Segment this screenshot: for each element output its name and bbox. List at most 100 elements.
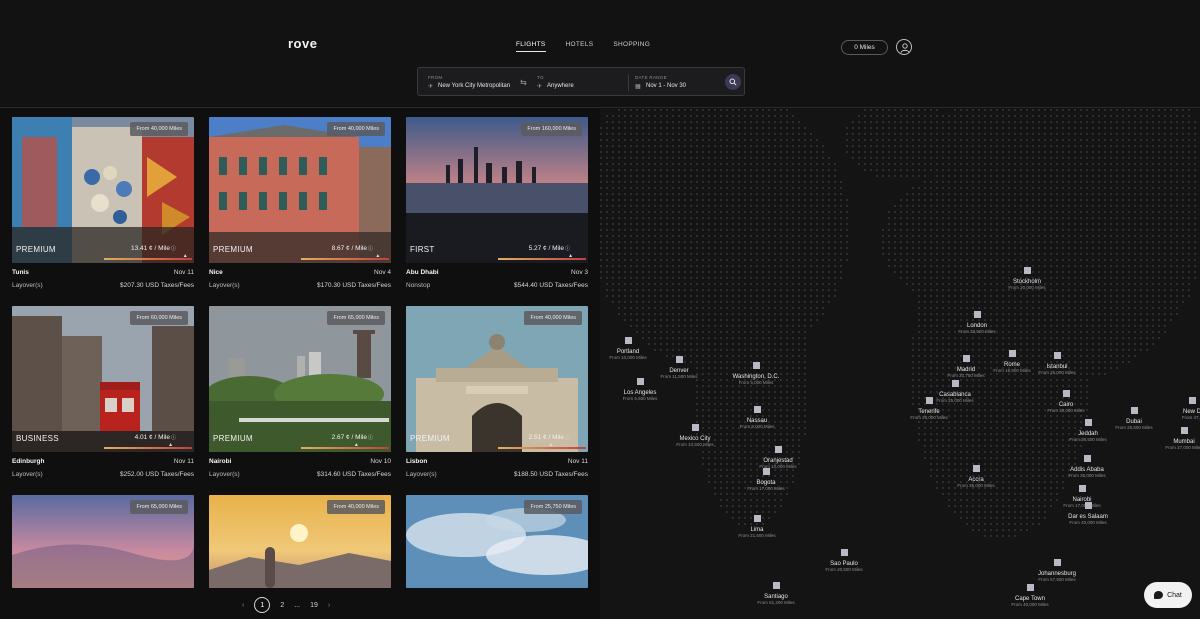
map-city-label[interactable]: Stockholm From 20,000 Miles — [1008, 279, 1045, 290]
map-city-marker[interactable] — [1189, 397, 1196, 404]
user-account-button[interactable] — [896, 39, 912, 55]
map-city-marker[interactable] — [1024, 267, 1031, 274]
info-icon[interactable]: ⓘ — [171, 434, 176, 441]
destination-card-lisbon[interactable]: From 40,000 Miles PREMIUM 2.51 ¢ / Mile … — [406, 306, 588, 484]
map-city-marker[interactable] — [1054, 559, 1061, 566]
destination-card[interactable]: From 25,750 Miles — [406, 495, 588, 588]
destination-photo[interactable]: From 160,000 Miles FIRST 5.27 ¢ / Mile ⓘ… — [406, 117, 588, 263]
destination-photo[interactable]: From 60,000 Miles BUSINESS 4.01 ¢ / Mile… — [12, 306, 194, 452]
map-city-label[interactable]: Bogota From 17,000 Miles — [747, 480, 784, 491]
map-city-marker[interactable] — [753, 362, 760, 369]
map-city-label[interactable]: Denver From 11,500 Miles — [661, 368, 698, 379]
map-city-marker[interactable] — [1063, 390, 1070, 397]
map-city-marker[interactable] — [841, 549, 848, 556]
map-city-label[interactable]: Portland From 10,000 Miles — [609, 349, 646, 360]
info-icon[interactable]: ⓘ — [565, 245, 570, 252]
info-icon[interactable]: ⓘ — [171, 245, 176, 252]
info-icon[interactable]: ⓘ — [368, 245, 373, 252]
map-city-label[interactable]: Addis Ababa From 36,000 Miles — [1068, 467, 1105, 478]
map-city-marker[interactable] — [952, 380, 959, 387]
destination-card-tunis[interactable]: From 40,000 Miles PREMIUM 13.41 ¢ / Mile… — [12, 117, 194, 295]
rove-logo[interactable]: rove — [288, 36, 317, 51]
miles-balance-button[interactable]: 0 Miles — [841, 40, 888, 55]
destination-photo[interactable]: From 40,000 Miles PREMIUM 13.41 ¢ / Mile… — [12, 117, 194, 263]
map-city-marker[interactable] — [1054, 352, 1061, 359]
map-city-marker[interactable] — [1181, 427, 1188, 434]
map-city-label[interactable]: Nassau From 9,000 Miles — [740, 418, 775, 429]
map-city-marker[interactable] — [637, 378, 644, 385]
next-page-button[interactable]: › — [328, 602, 330, 609]
nav-shopping[interactable]: SHOPPING — [613, 41, 650, 52]
map-city-label[interactable]: Cairo From 30,000 Miles — [1047, 402, 1084, 413]
map-city-marker[interactable] — [763, 468, 770, 475]
destination-photo[interactable]: From 40,000 Miles PREMIUM 8.67 ¢ / Mile … — [209, 117, 391, 263]
map-city-label[interactable]: Los Angeles From 5,500 Miles — [623, 390, 658, 401]
last-page-button[interactable]: 19 — [310, 602, 318, 609]
destination-card[interactable]: From 65,000 Miles — [12, 495, 194, 588]
map-city-label[interactable]: Tenerife From 26,000 Miles — [910, 409, 947, 420]
map-city-marker[interactable] — [676, 356, 683, 363]
map-city-label[interactable]: Madrid From 20,750 Miles — [947, 367, 984, 378]
destination-card-nairobi[interactable]: From 65,000 Miles PREMIUM 2.67 ¢ / Mile … — [209, 306, 391, 484]
info-icon[interactable]: ⓘ — [368, 434, 373, 441]
map-city-label[interactable]: Mumbai From 27,000 Miles — [1165, 439, 1200, 450]
map-city-marker[interactable] — [775, 446, 782, 453]
destination-card[interactable]: From 40,000 Miles — [209, 495, 391, 588]
map-city-label[interactable]: Cape Town From 40,000 Miles — [1011, 596, 1048, 607]
map-city-label[interactable]: Casablanca From 25,000 Miles — [936, 392, 973, 403]
to-field[interactable]: TO ✈ Anywhere — [537, 68, 625, 97]
map-city-label[interactable]: Dar es Salaam From 40,000 Miles — [1068, 514, 1108, 525]
map-city-label[interactable]: Johannesburg From 57,500 Miles — [1038, 571, 1076, 582]
map-city-label[interactable]: Lima From 21,500 Miles — [738, 527, 775, 538]
map-city-label[interactable]: Accra From 35,000 Miles — [957, 477, 994, 488]
map-city-marker[interactable] — [1009, 350, 1016, 357]
map-city-marker[interactable] — [754, 406, 761, 413]
value-rating-bar — [301, 447, 389, 449]
map-city-label[interactable]: Dubai From 25,500 Miles — [1115, 419, 1152, 430]
map-city-marker[interactable] — [1084, 455, 1091, 462]
date-range-field[interactable]: DATE RANGE ▦ Nov 1 - Nov 30 — [635, 68, 721, 97]
map-city-marker[interactable] — [1085, 502, 1092, 509]
nav-flights[interactable]: FLIGHTS — [516, 41, 546, 52]
destination-photo[interactable]: From 40,000 Miles — [209, 495, 391, 588]
map-city-label[interactable]: New DFrom 47,5 — [1182, 409, 1200, 420]
nav-hotels[interactable]: HOTELS — [566, 41, 594, 52]
destination-photo[interactable]: From 25,750 Miles — [406, 495, 588, 588]
search-button[interactable] — [725, 74, 741, 90]
map-city-label[interactable]: Nairobi From 17,000 Miles — [1063, 497, 1100, 508]
map-city-marker[interactable] — [754, 515, 761, 522]
map-city-marker[interactable] — [773, 582, 780, 589]
map-city-label[interactable]: Mexico City From 10,500 Miles — [676, 436, 713, 447]
map-city-label[interactable]: London From 23,500 Miles — [958, 323, 995, 334]
map-city-marker[interactable] — [692, 424, 699, 431]
map-city-marker[interactable] — [926, 397, 933, 404]
map-city-marker[interactable] — [1079, 485, 1086, 492]
map-city-marker[interactable] — [963, 355, 970, 362]
map-city-marker[interactable] — [1027, 584, 1034, 591]
map-city-label[interactable]: Rome From 16,500 Miles — [993, 362, 1030, 373]
destination-card-abu-dhabi[interactable]: From 160,000 Miles FIRST 5.27 ¢ / Mile ⓘ… — [406, 117, 588, 295]
destination-card-nice[interactable]: From 40,000 Miles PREMIUM 8.67 ¢ / Mile … — [209, 117, 391, 295]
chat-button[interactable]: Chat — [1144, 582, 1192, 608]
info-icon[interactable]: ⓘ — [565, 434, 570, 441]
from-field[interactable]: FROM ✈ New York City Metropolitan — [428, 68, 520, 97]
map-city-label[interactable]: Sao Paulo From 20,500 Miles — [825, 561, 862, 572]
map-city-marker[interactable] — [1131, 407, 1138, 414]
map-city-marker[interactable] — [973, 465, 980, 472]
destination-photo[interactable]: From 65,000 Miles PREMIUM 2.67 ¢ / Mile … — [209, 306, 391, 452]
destination-map[interactable]: Portland From 10,000 Miles Denver From 11,5… — [600, 109, 1200, 619]
destination-card-edinburgh[interactable]: From 60,000 Miles BUSINESS 4.01 ¢ / Mile… — [12, 306, 194, 484]
prev-page-button[interactable]: ‹ — [242, 602, 244, 609]
page-1-button[interactable]: 1 — [254, 597, 271, 613]
swap-icon[interactable]: ⇆ — [520, 78, 527, 87]
map-city-marker[interactable] — [625, 337, 632, 344]
page-2-button[interactable]: 2 — [280, 602, 284, 609]
destination-photo[interactable]: From 40,000 Miles PREMIUM 2.51 ¢ / Mile … — [406, 306, 588, 452]
map-city-label[interactable]: Istanbul From 25,000 Miles — [1038, 364, 1075, 375]
map-city-label[interactable]: Washington, D.C. From 5,000 Miles — [733, 374, 780, 385]
destination-photo[interactable]: From 65,000 Miles — [12, 495, 194, 588]
map-city-label[interactable]: Santiago From 61,200 Miles — [757, 594, 794, 605]
map-city-label[interactable]: Jeddah From 38,500 Miles — [1069, 431, 1106, 442]
map-city-marker[interactable] — [1085, 419, 1092, 426]
map-city-marker[interactable] — [974, 311, 981, 318]
